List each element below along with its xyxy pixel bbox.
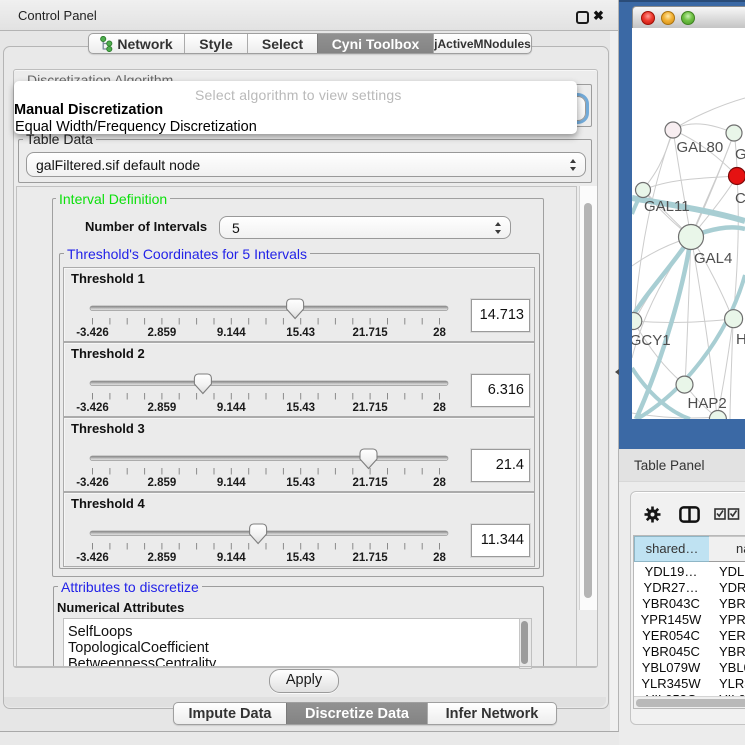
svg-text:28: 28: [433, 402, 446, 414]
svg-text:GAL11: GAL11: [644, 198, 690, 215]
svg-text:2.859: 2.859: [148, 327, 177, 339]
svg-text:9.144: 9.144: [217, 552, 246, 564]
svg-text:15.43: 15.43: [286, 402, 315, 414]
svg-text:HI: HI: [736, 331, 745, 348]
svg-text:9.144: 9.144: [217, 477, 246, 489]
svg-text:-3.426: -3.426: [76, 552, 109, 564]
svg-text:28: 28: [433, 477, 446, 489]
svg-text:C: C: [735, 190, 745, 207]
svg-text:28: 28: [433, 327, 446, 339]
svg-text:21.715: 21.715: [353, 552, 389, 564]
svg-text:-3.426: -3.426: [76, 402, 109, 414]
svg-text:15.43: 15.43: [286, 327, 315, 339]
svg-text:-3.426: -3.426: [76, 327, 109, 339]
svg-text:GAL4: GAL4: [694, 250, 732, 267]
svg-text:2.859: 2.859: [148, 552, 177, 564]
svg-text:2.859: 2.859: [148, 402, 177, 414]
svg-text:9.144: 9.144: [217, 402, 246, 414]
svg-text:GAL80: GAL80: [677, 139, 724, 156]
svg-text:21.715: 21.715: [353, 402, 389, 414]
svg-text:GA: GA: [735, 146, 745, 163]
svg-text:9.144: 9.144: [217, 327, 246, 339]
svg-text:15.43: 15.43: [286, 477, 315, 489]
svg-text:-3.426: -3.426: [76, 477, 109, 489]
svg-text:28: 28: [433, 552, 446, 564]
svg-text:GCY1: GCY1: [632, 332, 671, 349]
svg-text:15.43: 15.43: [286, 552, 315, 564]
svg-text:21.715: 21.715: [353, 327, 389, 339]
svg-text:HAP2: HAP2: [688, 395, 727, 412]
svg-text:2.859: 2.859: [148, 477, 177, 489]
svg-text:21.715: 21.715: [353, 477, 389, 489]
